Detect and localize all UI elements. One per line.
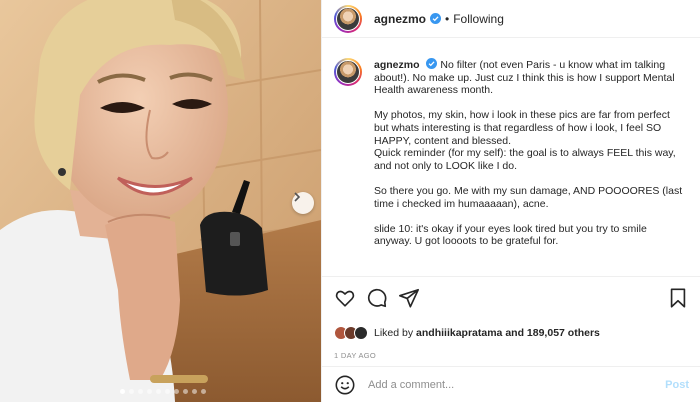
separator-dot: •	[445, 11, 450, 26]
carousel-dot	[138, 389, 143, 394]
comment-bar: Post	[322, 366, 700, 402]
bookmark-icon[interactable]	[667, 287, 689, 309]
caption-username[interactable]: agnezmo	[374, 59, 420, 71]
post-timestamp[interactable]: 1 DAY AGO	[334, 351, 689, 360]
likes-others-link[interactable]: and 189,057 others	[505, 327, 600, 339]
caption-paragraph: So there you go. Me with my sun damage, …	[374, 184, 683, 210]
carousel-dot	[147, 389, 152, 394]
liker-avatars[interactable]	[334, 326, 368, 340]
liker-username-link[interactable]: andhiiikapratama	[416, 327, 502, 339]
post-details-panel: agnezmo • Following agnezmo No filter (n…	[321, 0, 700, 402]
share-icon[interactable]	[398, 287, 420, 309]
verified-badge-icon	[426, 58, 438, 69]
carousel-dot	[156, 389, 161, 394]
caption-paragraph: slide 10: it's okay if your eyes look ti…	[374, 222, 647, 248]
post-comment-button[interactable]: Post	[665, 379, 689, 391]
caption-paragraph: Quick reminder (for my self): the goal i…	[374, 147, 676, 172]
carousel-dots	[120, 389, 206, 394]
verified-badge-icon	[430, 13, 442, 24]
post-photo[interactable]	[0, 0, 321, 402]
carousel-dot	[183, 389, 188, 394]
likes-row: Liked by andhiiikapratama and 189,057 ot…	[334, 325, 689, 341]
caption-paragraph: My photos, my skin, how i look in these …	[374, 109, 670, 147]
carousel-dot	[165, 389, 170, 394]
actions-bar: Liked by andhiiikapratama and 189,057 ot…	[322, 276, 700, 360]
comment-icon[interactable]	[366, 287, 388, 309]
likes-summary: Liked by andhiiikapratama and 189,057 ot…	[374, 327, 600, 339]
avatar[interactable]	[334, 4, 362, 33]
emoji-icon[interactable]	[334, 374, 356, 396]
caption-paragraph: No filter (not even Paris - u know what …	[374, 59, 675, 97]
photo-illustration	[0, 0, 321, 402]
carousel-next-icon	[294, 192, 301, 202]
carousel-dot	[120, 389, 125, 394]
comment-input[interactable]	[368, 378, 666, 391]
post-header: agnezmo • Following	[322, 0, 700, 38]
carousel-dot	[174, 389, 179, 394]
carousel-dot	[201, 389, 206, 394]
following-button[interactable]: Following	[453, 12, 504, 26]
username-link[interactable]: agnezmo	[374, 12, 426, 26]
caption-avatar[interactable]	[334, 58, 362, 86]
carousel-next-button[interactable]	[292, 192, 314, 214]
heart-icon[interactable]	[334, 287, 356, 309]
carousel-dot	[129, 389, 134, 394]
carousel-dot	[192, 389, 197, 394]
likes-prefix: Liked by	[374, 327, 414, 339]
caption-text: agnezmo No filter (not even Paris - u kn…	[374, 58, 686, 261]
caption-area: agnezmo No filter (not even Paris - u kn…	[322, 38, 700, 276]
